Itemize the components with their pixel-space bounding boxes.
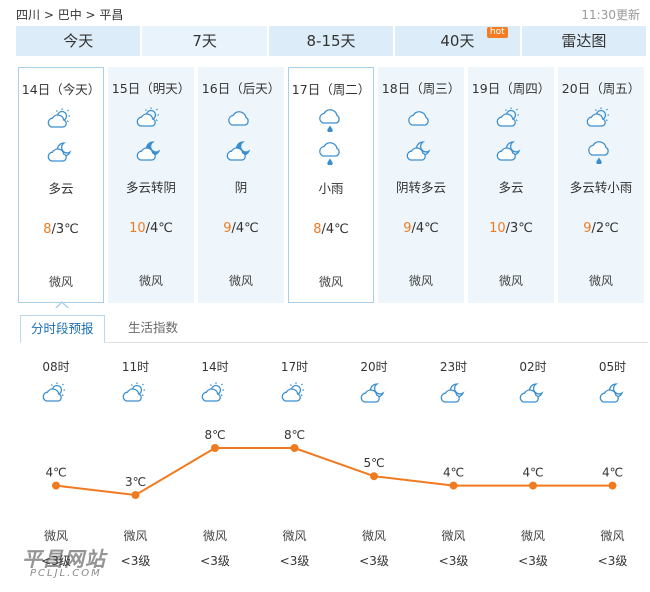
temperature-point (608, 481, 617, 490)
temperature-line-chart: 4℃ 3℃ 8℃ 8℃ 5℃ 4℃ 4℃ 4℃ (45, 428, 623, 499)
temperature-label: 4℃ (45, 466, 66, 480)
temperature-point (211, 444, 219, 452)
temperature-label: 4℃ (602, 466, 623, 480)
temperature-point (290, 444, 299, 452)
temperature-label: 3℃ (125, 475, 146, 489)
temperature-point (370, 472, 378, 481)
temperature-point (449, 481, 458, 490)
temperature-label: 5℃ (363, 456, 384, 470)
temperature-point (52, 481, 60, 490)
watermark-en-logo: PCLJL.COM (30, 568, 102, 579)
temperature-label: 8℃ (204, 428, 225, 442)
temperature-label: 4℃ (522, 466, 543, 480)
temperature-label: 4℃ (443, 466, 464, 480)
temperature-point (131, 491, 140, 499)
site-watermark-logo: 平昌网站 PCLJL.COM (22, 543, 120, 583)
temperature-point (529, 481, 537, 490)
temperature-label: 8℃ (284, 428, 305, 442)
